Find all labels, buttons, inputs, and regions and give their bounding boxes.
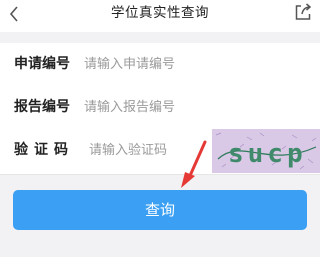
divider xyxy=(0,174,320,175)
page-title: 学位真实性查询 xyxy=(111,5,209,21)
report-number-input[interactable] xyxy=(84,96,284,119)
share-icon[interactable] xyxy=(293,2,313,22)
application-number-input[interactable] xyxy=(84,53,284,76)
query-button[interactable]: 查询 xyxy=(13,190,307,230)
captcha-label: 验证码 xyxy=(14,142,74,158)
nav-bar: 学位真实性查询 xyxy=(0,0,320,32)
report-number-label: 报告编号 xyxy=(14,99,70,115)
application-number-row: 申请编号 xyxy=(0,43,320,86)
application-number-label: 申请编号 xyxy=(14,56,70,72)
red-arrow-annotation xyxy=(181,140,207,188)
captcha-image[interactable]: sucp xyxy=(212,129,320,173)
report-number-row: 报告编号 xyxy=(0,86,320,129)
captcha-text: sucp xyxy=(228,139,307,169)
